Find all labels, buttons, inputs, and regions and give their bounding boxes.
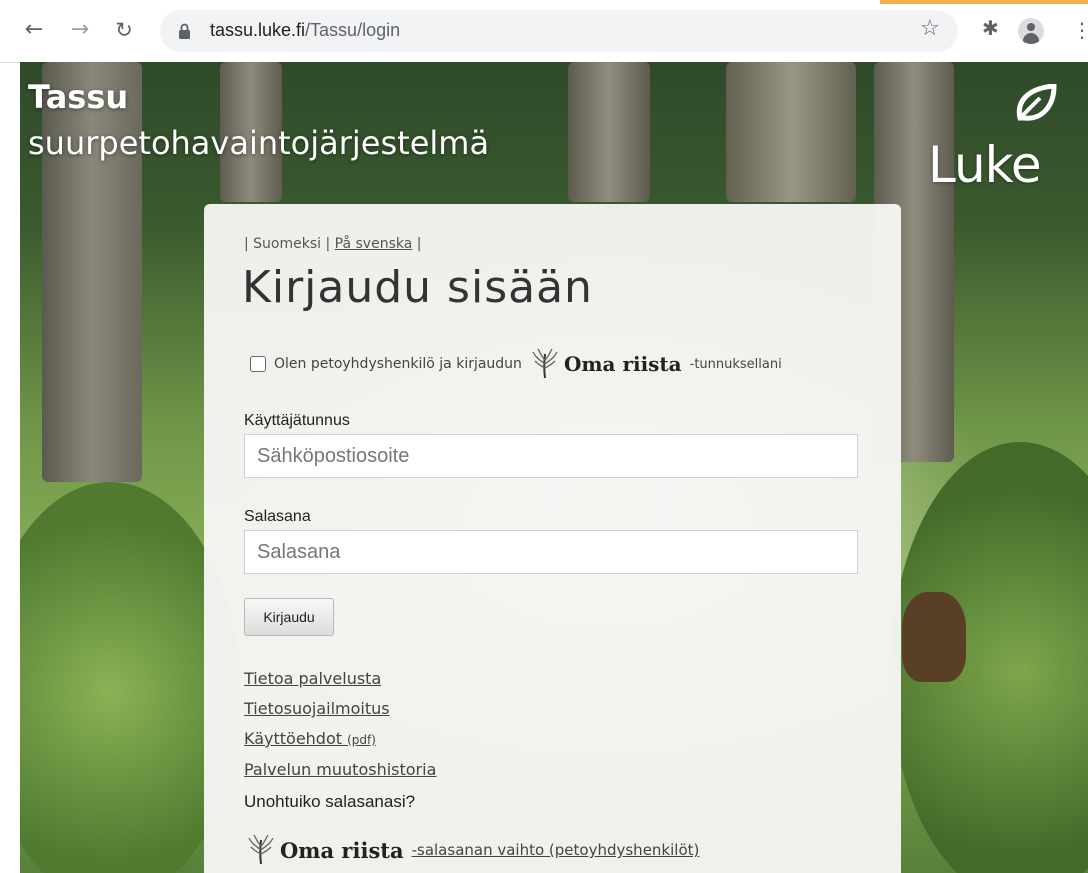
login-button[interactable]: Kirjaudu [244,598,334,636]
history-link[interactable]: Palvelun muutoshistoria [244,755,436,785]
star-icon[interactable]: ☆ [920,16,940,41]
page-title: Kirjaudu sisään [242,262,593,313]
password-reset-link[interactable]: -salasanan vaihto (petoyhdyshenkilöt) [412,841,700,859]
site-title: Tassu suurpetohavaintojärjestelmä [28,78,490,162]
tree-trunk [726,62,856,202]
profile-icon[interactable] [1018,18,1044,44]
petoy-checkbox[interactable] [250,356,266,372]
oma-riista-icon [532,348,558,379]
about-link[interactable]: Tietoa palvelusta [244,664,436,694]
lang-finnish: Suomeksi [253,236,322,252]
bear-figure [902,592,966,682]
password-input[interactable] [245,531,857,573]
login-panel: | Suomeksi | På svenska | Kirjaudu sisää… [204,204,901,873]
accent-strip [880,0,1088,4]
footer-links: Tietoa palvelusta Tietosuojailmoitus Käy… [244,664,436,785]
oma-riista-logo: Oma riista [532,348,682,380]
lock-icon [179,23,190,39]
petoy-login-option: Olen petoyhdyshenkilö ja kirjaudun Oma r… [250,348,782,379]
forgot-password-title: Unohtuiko salasanasi? [244,792,416,811]
leaf-icon [1016,84,1057,121]
luke-logo[interactable]: Luke [928,84,1068,194]
tree-trunk [568,62,650,202]
username-input[interactable] [245,435,857,477]
username-label: Käyttäjätunnus [244,412,350,429]
password-reset-row: Oma riista -salasanan vaihto (petoyhdysh… [248,834,699,866]
address-bar[interactable]: tassu.luke.fi/Tassu/login [160,10,958,52]
back-icon[interactable]: ← [22,16,46,44]
terms-link[interactable]: Käyttöehdot (pdf) [244,724,436,755]
oma-riista-logo: Oma riista [248,834,404,866]
password-label: Salasana [244,508,311,525]
password-field-wrap [244,530,858,574]
privacy-link[interactable]: Tietosuojailmoitus [244,694,436,724]
page-background: Tassu suurpetohavaintojärjestelmä Luke |… [20,62,1088,873]
url-text[interactable]: tassu.luke.fi/Tassu/login [210,20,400,41]
kebab-icon[interactable]: ⋮ [1072,18,1088,42]
lang-swedish-link[interactable]: På svenska [335,236,413,252]
reload-icon[interactable]: ↻ [112,16,136,44]
username-field-wrap [244,434,858,478]
puzzle-icon[interactable]: ✱ [982,16,999,40]
forward-icon[interactable]: → [68,16,92,44]
language-switcher: | Suomeksi | På svenska | [244,236,422,252]
oma-riista-icon [248,834,274,865]
browser-toolbar: ← → ↻ tassu.luke.fi/Tassu/login ☆ ✱ ⋮ [0,0,1088,63]
